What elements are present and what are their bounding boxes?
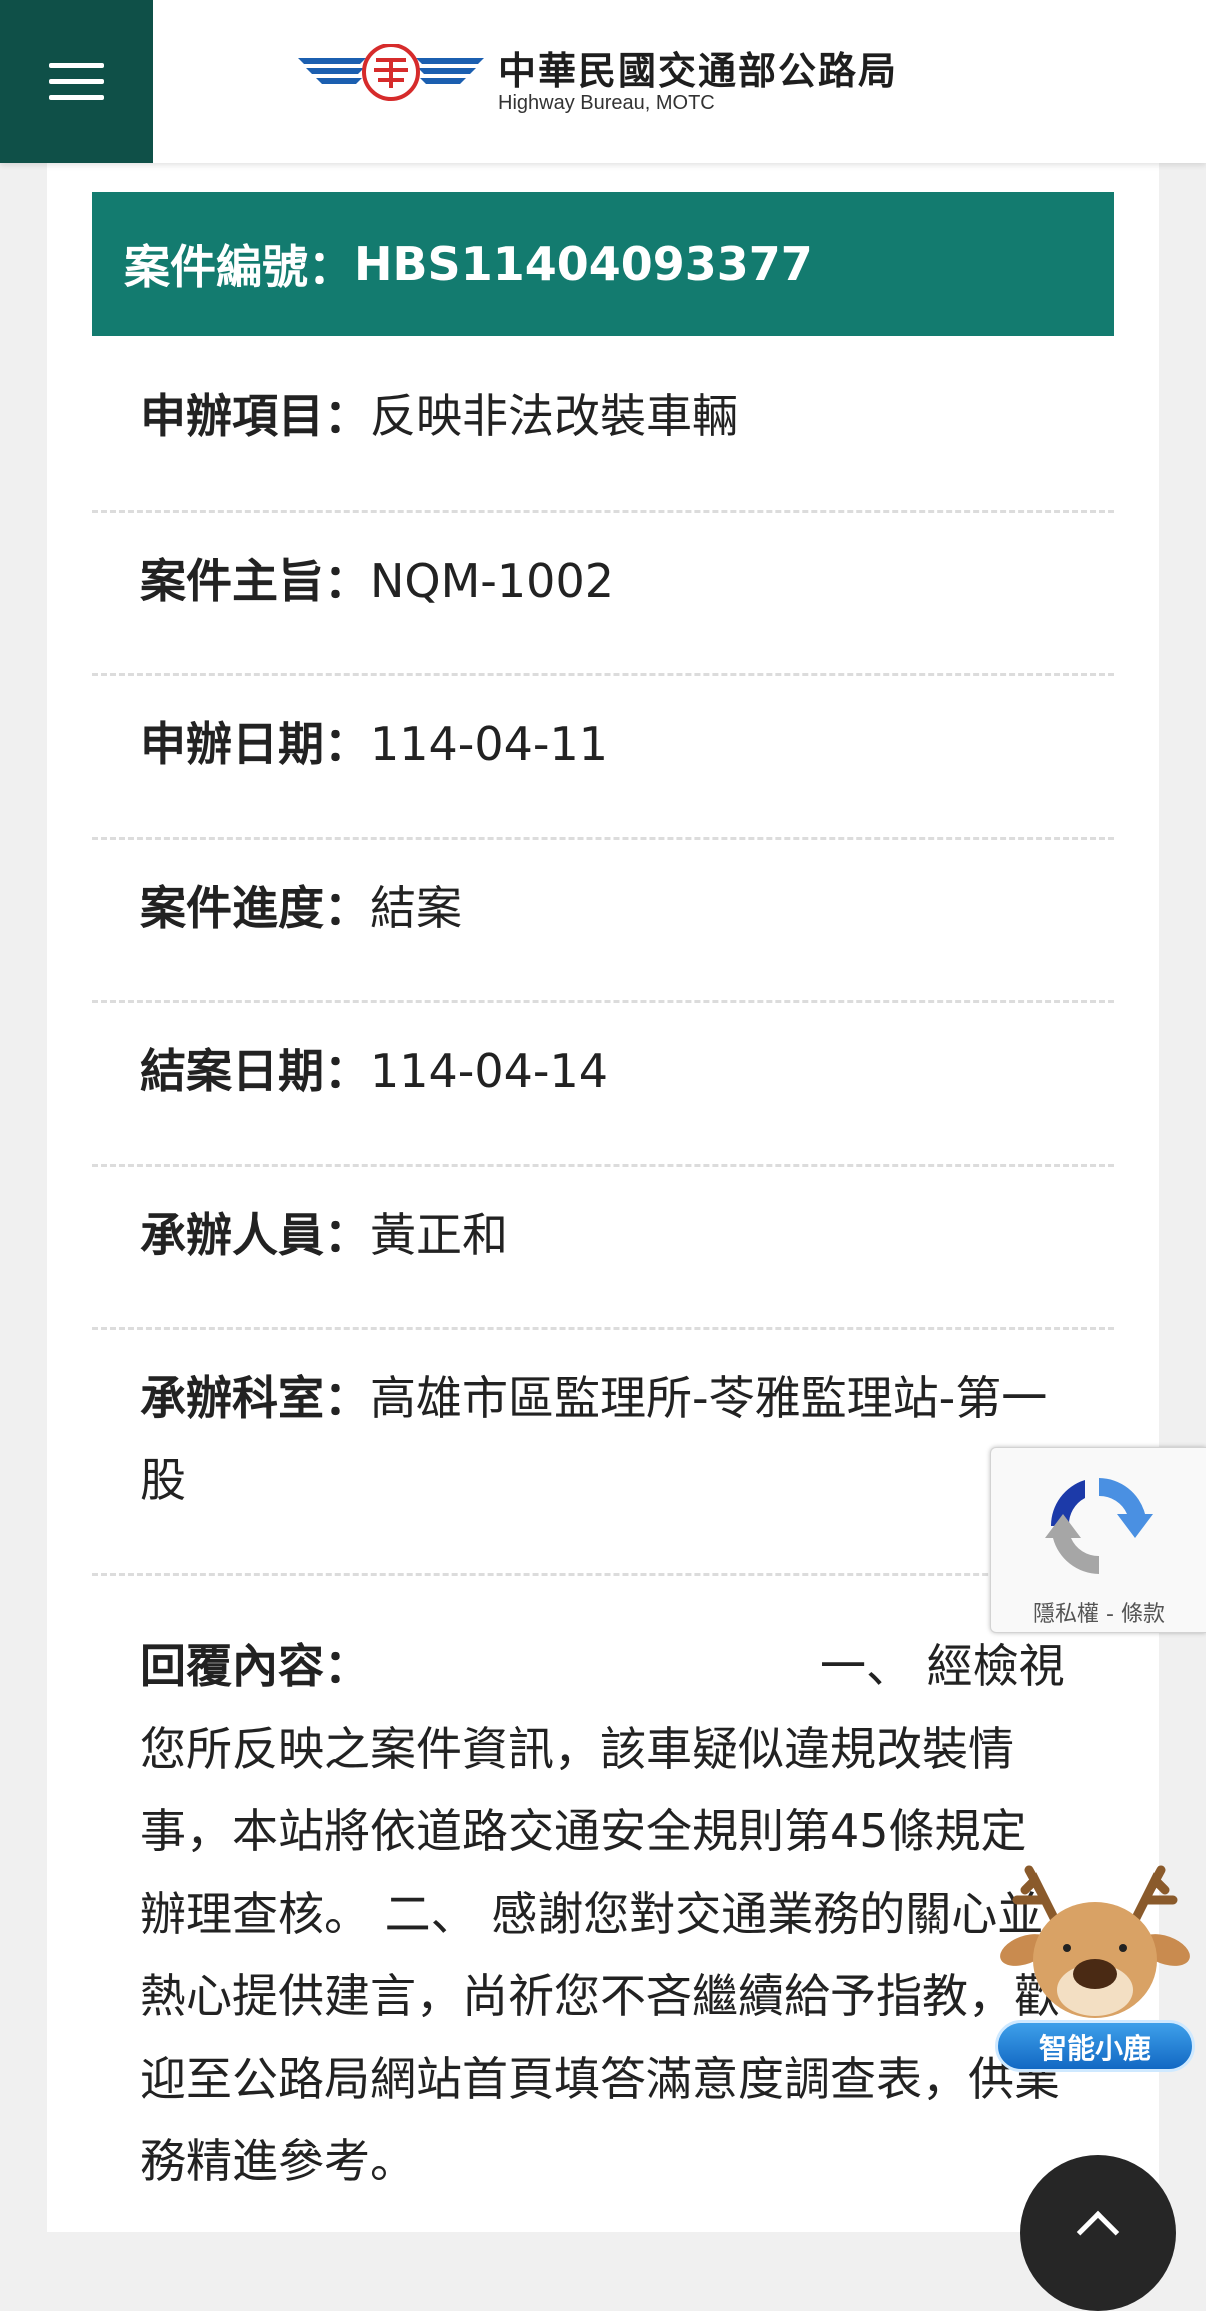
field-value: 反映非法改裝車輛 bbox=[370, 389, 738, 443]
assistant-label[interactable]: 智能小鹿 bbox=[995, 2020, 1195, 2072]
case-number-value: HBS11404093377 bbox=[354, 237, 813, 291]
chevron-up-icon bbox=[1076, 2210, 1120, 2254]
highway-bureau-logo-icon bbox=[298, 44, 484, 101]
field-row-subject: 案件主旨：NQM-1002 bbox=[92, 513, 1114, 676]
field-row-item: 申辦項目：反映非法改裝車輛 bbox=[92, 336, 1114, 513]
field-value: 結案 bbox=[370, 881, 462, 935]
field-row-close-date: 結案日期：114-04-14 bbox=[92, 1003, 1114, 1167]
hamburger-icon bbox=[49, 63, 104, 68]
case-number-label: 案件編號： bbox=[124, 240, 354, 294]
field-label: 承辦科室： bbox=[140, 1371, 370, 1425]
deer-mascot-icon bbox=[1000, 1865, 1190, 2018]
logo-title: 中華民國交通部公路局 bbox=[498, 49, 899, 93]
field-row-progress: 案件進度：結案 bbox=[92, 840, 1114, 1003]
field-row-department: 承辦科室：高雄市區監理所-苓雅監理站-第一股 bbox=[92, 1330, 1114, 1576]
case-number-header: 案件編號： HBS11404093377 bbox=[92, 192, 1114, 336]
field-value: 黃正和 bbox=[370, 1208, 508, 1262]
field-label: 申辦項目： bbox=[140, 389, 370, 443]
reply-content: 回覆內容： 一、 經檢視您所反映之案件資訊，該車疑似違規改裝情事，本站將依道路交通… bbox=[140, 1625, 1070, 2203]
menu-button[interactable] bbox=[0, 0, 153, 163]
field-row-apply-date: 申辦日期：114-04-11 bbox=[92, 676, 1114, 840]
reply-text: 一、 經檢視您所反映之案件資訊，該車疑似違規改裝情事，本站將依道路交通安全規則第… bbox=[140, 1639, 1065, 2188]
scroll-to-top-button[interactable] bbox=[1020, 2155, 1176, 2311]
field-label: 案件進度： bbox=[140, 881, 370, 935]
field-value: NQM-1002 bbox=[370, 554, 614, 608]
field-label: 結案日期： bbox=[140, 1044, 370, 1098]
field-label: 承辦人員： bbox=[140, 1208, 370, 1262]
recaptcha-badge[interactable]: 隱私權 - 條款 bbox=[990, 1447, 1206, 1633]
field-row-handler: 承辦人員：黃正和 bbox=[92, 1167, 1114, 1330]
field-label: 申辦日期： bbox=[140, 717, 370, 771]
field-value: 114-04-14 bbox=[370, 1044, 609, 1098]
site-logo[interactable]: 中華民國交通部公路局 Highway Bureau, MOTC bbox=[296, 38, 936, 122]
recaptcha-icon bbox=[1045, 1478, 1153, 1574]
logo-subtitle: Highway Bureau, MOTC bbox=[498, 92, 715, 114]
field-value: 114-04-11 bbox=[370, 717, 609, 771]
smart-deer-assistant[interactable]: 智能小鹿 bbox=[985, 1850, 1206, 2080]
recaptcha-links[interactable]: 隱私權 - 條款 bbox=[991, 1596, 1206, 1628]
field-label: 案件主旨： bbox=[140, 554, 370, 608]
site-header: 中華民國交通部公路局 Highway Bureau, MOTC bbox=[0, 0, 1206, 163]
reply-label: 回覆內容： bbox=[140, 1639, 370, 1693]
